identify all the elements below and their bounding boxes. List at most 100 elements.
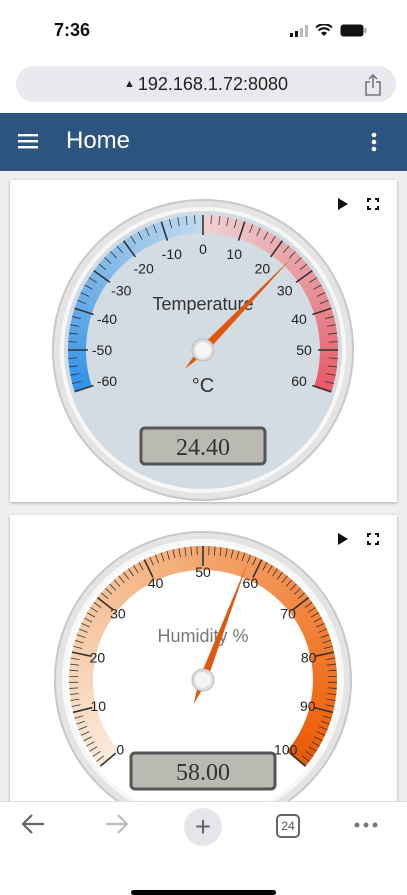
highlight-band [283, 253, 290, 259]
forward-icon [104, 812, 130, 836]
highlight-band [185, 558, 195, 559]
tick-label: 60 [291, 373, 307, 389]
highlight-band [212, 558, 222, 559]
fullscreen-icon[interactable] [367, 198, 379, 210]
highlight-band [272, 580, 280, 586]
address-bar[interactable]: ▲ 192.168.1.72:8080 [16, 66, 396, 102]
highlight-band [81, 663, 82, 673]
tick-label: -60 [97, 373, 117, 389]
highlight-band [313, 289, 317, 297]
highlight-band [86, 295, 90, 303]
highlight-band [89, 288, 93, 296]
highlight-band [83, 303, 86, 311]
highlight-band [323, 691, 324, 701]
tick-label: 60 [243, 575, 259, 591]
highlight-band [119, 585, 127, 592]
highlight-band [295, 264, 301, 271]
tick-label: 50 [296, 342, 312, 358]
highlight-band [90, 726, 94, 735]
minor-tick [69, 688, 78, 689]
highlight-band [150, 566, 159, 570]
value-text: 58.00 [176, 760, 230, 786]
highlight-band [239, 564, 249, 567]
highlight-band [221, 559, 231, 561]
highlight-band [323, 311, 325, 320]
browser-toolbar: + 24 [0, 801, 407, 883]
tick-label: 50 [195, 564, 211, 580]
highlight-band [126, 579, 134, 585]
highlight-band [142, 236, 150, 240]
highlight-band [117, 252, 124, 258]
minor-tick [195, 215, 196, 224]
more-options-icon[interactable] [371, 132, 377, 152]
highlight-band [315, 718, 319, 728]
tick-label: 80 [301, 650, 317, 666]
tick-label: 30 [277, 283, 293, 299]
highlight-band [179, 225, 188, 226]
minor-tick [68, 342, 77, 343]
wifi-icon [315, 24, 333, 37]
highlight-band [289, 258, 295, 264]
humidity-gauge: 0102030405060708090100Humidity %58.00 [10, 515, 397, 801]
play-icon[interactable] [337, 198, 349, 210]
highlight-band [227, 226, 236, 228]
value-text: 24.40 [176, 435, 230, 461]
tick-label: 70 [280, 606, 296, 622]
highlight-band [149, 232, 157, 236]
tick-label: -30 [111, 283, 131, 299]
minor-tick [68, 358, 77, 359]
highlight-band [97, 611, 102, 620]
highlight-band [135, 239, 143, 244]
highlight-band [101, 269, 107, 276]
tick-label: 0 [116, 741, 124, 757]
highlight-band [317, 296, 321, 304]
minor-tick [211, 215, 212, 224]
highlight-band [230, 561, 240, 564]
highlight-band [242, 230, 250, 233]
new-tab-button[interactable]: + [184, 808, 222, 846]
fullscreen-icon[interactable] [367, 533, 379, 545]
highlight-band [328, 334, 329, 343]
battery-icon [340, 24, 367, 37]
minor-tick [328, 688, 337, 689]
status-bar: 7:36 [0, 0, 407, 60]
share-icon[interactable] [364, 74, 382, 96]
page-title: Home [66, 127, 130, 155]
tick-label: 0 [199, 241, 207, 257]
tick-label: -40 [97, 311, 117, 327]
highlight-band [265, 575, 274, 581]
back-icon[interactable] [20, 812, 46, 836]
highlight-band [129, 243, 136, 248]
humidity-card: 0102030405060708090100Humidity %58.00 [10, 515, 397, 801]
highlight-band [81, 681, 82, 691]
signal-icon [290, 25, 308, 37]
highlight-band [307, 735, 312, 744]
hamburger-menu-icon[interactable] [18, 133, 38, 149]
gauge-units: °C [192, 375, 214, 397]
tabs-button[interactable]: 24 [276, 814, 300, 838]
tick-label: 100 [274, 741, 298, 757]
tick-label: 10 [226, 246, 242, 262]
highlight-band [106, 263, 112, 270]
highlight-band [305, 276, 310, 283]
highlight-band [113, 591, 120, 598]
highlight-band [322, 655, 324, 665]
highlight-band [187, 224, 196, 225]
play-icon[interactable] [337, 533, 349, 545]
highlight-band [318, 710, 321, 720]
tick-label: -10 [162, 246, 182, 262]
url-text: 192.168.1.72:8080 [138, 74, 288, 95]
highlight-band [172, 226, 181, 228]
highlight-band [89, 627, 93, 636]
highlight-band [324, 664, 325, 674]
highlight-band [81, 690, 82, 700]
highlight-band [176, 559, 186, 561]
tick-label: 30 [110, 606, 126, 622]
highlight-band [317, 637, 320, 647]
highlight-band [86, 636, 89, 646]
highlight-band [299, 605, 305, 613]
highlight-band [327, 326, 328, 335]
highlight-band [324, 682, 325, 692]
more-icon[interactable] [354, 822, 378, 828]
highlight-band [249, 233, 257, 237]
